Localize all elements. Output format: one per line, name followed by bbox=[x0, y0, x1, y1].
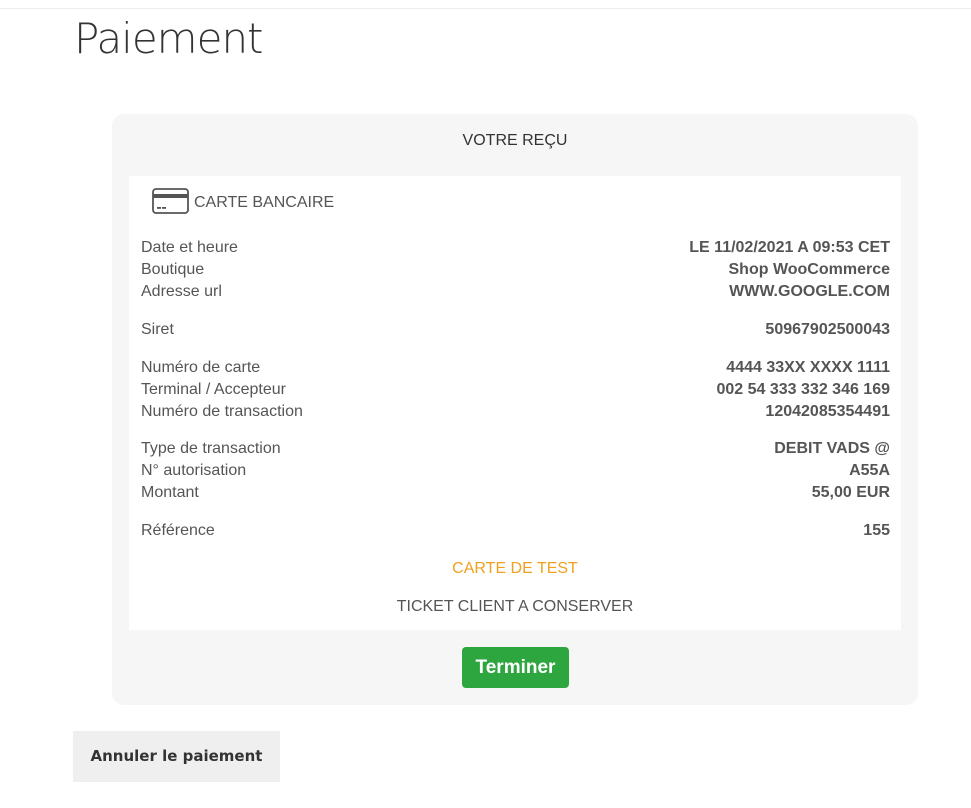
test-card-notice: CARTE DE TEST bbox=[452, 560, 578, 577]
receipt-row-amount: Montant 55,00 EUR bbox=[141, 482, 890, 504]
receipt-row-value: 002 54 333 332 346 169 bbox=[716, 381, 891, 398]
receipt-row-label: Date et heure bbox=[141, 239, 238, 256]
receipt-row-transaction-type: Type de transaction DEBIT VADS @ bbox=[141, 438, 890, 460]
receipt-row-value: Shop WooCommerce bbox=[728, 261, 891, 278]
receipt-row-label: Référence bbox=[141, 522, 215, 539]
receipt-row-label: Siret bbox=[141, 321, 174, 338]
receipt-row-value: WWW.GOOGLE.COM bbox=[729, 283, 890, 300]
receipt-row-card-number: Numéro de carte 4444 33XX XXXX 1111 bbox=[141, 357, 890, 379]
ticket-keep-notice: TICKET CLIENT A CONSERVER bbox=[396, 598, 634, 615]
receipt-row-reference: Référence 155 bbox=[141, 520, 890, 542]
receipt-row-label: Numéro de carte bbox=[141, 359, 261, 376]
receipt-row-value: A55A bbox=[849, 462, 890, 479]
page-title: Paiement bbox=[74, 14, 264, 63]
payment-page: Paiement VOTRE REÇU CARTE BANCAIRE Date … bbox=[0, 0, 971, 808]
receipt-row-value: 55,00 EUR bbox=[811, 484, 890, 501]
receipt-row-label: Type de transaction bbox=[141, 440, 281, 457]
receipt-row-label: Montant bbox=[141, 484, 199, 501]
receipt-row-label: N° autorisation bbox=[141, 462, 247, 479]
receipt-row-label: Boutique bbox=[141, 261, 205, 278]
receipt-row-label: Numéro de transaction bbox=[141, 403, 303, 420]
card-type: CARTE BANCAIRE bbox=[152, 188, 334, 214]
receipt-row-url: Adresse url WWW.GOOGLE.COM bbox=[141, 281, 890, 303]
finish-button[interactable]: Terminer bbox=[462, 647, 569, 688]
receipt-row-transaction-number: Numéro de transaction 12042085354491 bbox=[141, 401, 890, 423]
card-type-label: CARTE BANCAIRE bbox=[194, 194, 335, 211]
cancel-payment-button[interactable]: Annuler le paiement bbox=[73, 731, 280, 782]
receipt-row-value: LE 11/02/2021 A 09:53 CET bbox=[689, 239, 890, 256]
receipt-row-authorization: N° autorisation A55A bbox=[141, 460, 890, 482]
receipt-row-terminal: Terminal / Accepteur 002 54 333 332 346 … bbox=[141, 379, 890, 401]
receipt-row-shop: Boutique Shop WooCommerce bbox=[141, 259, 890, 281]
receipt-row-label: Adresse url bbox=[141, 283, 222, 300]
receipt-heading: VOTRE REÇU bbox=[462, 132, 568, 149]
header-divider bbox=[0, 8, 971, 9]
credit-card-icon bbox=[152, 188, 189, 214]
receipt-row-siret: Siret 50967902500043 bbox=[141, 319, 890, 341]
receipt-row-value: 155 bbox=[863, 522, 890, 539]
receipt-row-date: Date et heure LE 11/02/2021 A 09:53 CET bbox=[141, 237, 890, 259]
receipt-row-value: 50967902500043 bbox=[765, 321, 890, 338]
receipt-row-value: 12042085354491 bbox=[765, 403, 890, 420]
receipt-row-value: 4444 33XX XXXX 1111 bbox=[726, 359, 890, 376]
receipt-row-label: Terminal / Accepteur bbox=[141, 381, 286, 398]
receipt-row-value: DEBIT VADS @ bbox=[774, 440, 890, 457]
